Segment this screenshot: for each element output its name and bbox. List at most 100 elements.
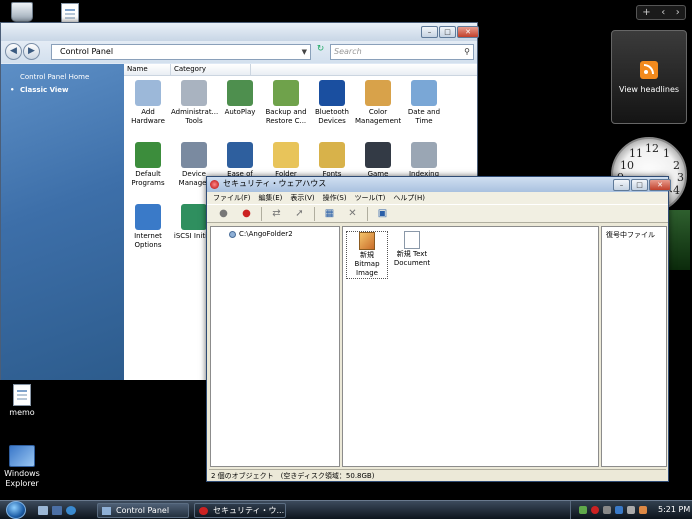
show-desktop-icon[interactable] (38, 506, 48, 515)
security-warehouse-window: セキュリティ・ウェアハウス – □ ✕ ファイル(F) 編集(E) 表示(V) … (206, 176, 671, 482)
file-label: 新規 Text Document (393, 250, 431, 267)
clock-numeral: 3 (677, 171, 684, 184)
control-panel-item-icon (273, 80, 299, 106)
control-panel-item[interactable]: Internet Options (125, 204, 171, 250)
tray-language-icon[interactable] (639, 506, 647, 514)
clock-numeral: 4 (673, 184, 680, 197)
minimize-button[interactable]: – (613, 179, 630, 191)
maximize-button[interactable]: □ (631, 179, 648, 191)
previous-page-button[interactable]: ‹ (661, 6, 665, 19)
search-icon[interactable]: ⚲ (464, 45, 470, 59)
windows-explorer-icon (9, 445, 35, 467)
close-button[interactable]: ✕ (457, 26, 479, 38)
desktop-icon-memo[interactable]: memo (0, 384, 50, 418)
menu-operation[interactable]: 操作(S) (323, 192, 347, 204)
file-item-text[interactable]: 新規 Text Document (391, 231, 433, 268)
start-button[interactable] (6, 501, 26, 519)
tray-app-icon[interactable] (627, 506, 635, 514)
control-panel-item-icon (135, 204, 161, 230)
slideshow-gadget[interactable] (668, 210, 690, 270)
tray-security-icon[interactable] (591, 506, 599, 514)
clock-time[interactable]: 5:21 PM (658, 505, 690, 514)
desktop-icon-label: memo (9, 408, 35, 417)
window-controls: – □ ✕ (613, 179, 671, 191)
control-panel-item-icon (227, 142, 253, 168)
switch-windows-icon[interactable] (52, 506, 62, 515)
control-panel-item-icon (319, 80, 345, 106)
lock-icon[interactable]: ● (215, 206, 232, 221)
tray-printer-icon[interactable] (603, 506, 611, 514)
menu-tools[interactable]: ツール(T) (355, 192, 386, 204)
forward-button[interactable]: ▶ (23, 43, 40, 60)
back-button[interactable]: ◀ (5, 43, 22, 60)
tray-network-icon[interactable] (579, 506, 587, 514)
clock-numeral: 1 (663, 147, 670, 160)
tray-volume-icon[interactable] (615, 506, 623, 514)
taskbar-item-label: セキュリティ・ウ... (213, 506, 285, 515)
control-panel-item-icon (273, 142, 299, 168)
control-panel-item[interactable]: Color Management (355, 80, 401, 126)
tree-node-root[interactable]: C:\AngoFolder2 (229, 230, 293, 238)
file-item-bitmap[interactable]: 新規 Bitmap Image (346, 231, 388, 279)
control-panel-item[interactable]: Bluetooth Devices (309, 80, 355, 126)
app-lock-icon (210, 180, 219, 189)
security-warehouse-titlebar[interactable]: セキュリティ・ウェアハウス – □ ✕ (207, 177, 671, 192)
control-panel-item[interactable]: Backup and Restore C... (263, 80, 309, 126)
control-panel-home-link[interactable]: Control Panel Home (20, 73, 89, 81)
control-panel-item[interactable]: Add Hardware (125, 80, 171, 126)
close-button[interactable]: ✕ (649, 179, 671, 191)
maximize-button[interactable]: □ (439, 26, 456, 38)
taskbar-item-label: Control Panel (116, 506, 170, 515)
chevron-down-icon[interactable]: ▼ (302, 45, 307, 59)
delete-icon[interactable]: ✕ (344, 206, 361, 221)
next-page-button[interactable]: › (676, 6, 680, 19)
search-input[interactable]: Search ⚲ (330, 44, 474, 60)
control-panel-item[interactable]: Ease of (217, 142, 263, 179)
control-panel-item[interactable]: Fonts (309, 142, 355, 179)
column-header-category[interactable]: Category (171, 64, 251, 75)
control-panel-item-label: Color Management (355, 108, 402, 125)
transfer-icon[interactable]: ⇄ (268, 206, 285, 221)
address-field[interactable]: Control Panel ▼ (51, 44, 311, 60)
minimize-button[interactable]: – (421, 26, 438, 38)
control-panel-item[interactable]: Game (355, 142, 401, 179)
clock-numeral: 12 (645, 142, 659, 155)
rss-feed-icon (640, 61, 658, 79)
pin-icon[interactable]: ➚ (291, 206, 308, 221)
menu-edit[interactable]: 編集(E) (259, 192, 283, 204)
secure-folder-icon[interactable]: ▣ (374, 206, 391, 221)
add-gadget-button[interactable]: + (642, 6, 650, 19)
control-panel-item[interactable]: Folder (263, 142, 309, 179)
column-header-name[interactable]: Name (124, 64, 171, 75)
desktop-icon-windows-explorer[interactable]: Windows Explorer (0, 445, 50, 489)
file-list: 新規 Bitmap Image 新規 Text Document (342, 226, 599, 467)
classic-view-link[interactable]: Classic View (10, 86, 68, 94)
control-panel-item-icon (319, 142, 345, 168)
control-panel-item-icon (135, 80, 161, 106)
column-headers: Name Category (124, 64, 477, 76)
feed-headlines-gadget[interactable]: View headlines (611, 30, 687, 124)
red-lock-icon[interactable]: ● (238, 206, 255, 221)
control-panel-item[interactable]: Default Programs (125, 142, 171, 188)
control-panel-item[interactable]: Indexing (401, 142, 447, 179)
taskbar-item-control-panel[interactable]: Control Panel (97, 503, 189, 518)
desktop: memo Windows Explorer + ‹ › View headlin… (0, 0, 692, 500)
control-panel-titlebar[interactable]: – □ ✕ (1, 23, 479, 41)
toolbar-separator (261, 206, 262, 221)
control-panel-item[interactable]: Date and Time (401, 80, 447, 126)
grid-view-icon[interactable]: ▦ (321, 206, 338, 221)
refresh-icon[interactable]: ↻ (314, 44, 327, 60)
clock-numeral: 11 (629, 147, 643, 160)
internet-explorer-icon[interactable] (66, 506, 76, 515)
toolbar: ● ● ⇄ ➚ ▦ ✕ ▣ (207, 204, 668, 223)
sidebar-controls: + ‹ › (636, 5, 686, 20)
folder-tree: C:\AngoFolder2 (210, 226, 340, 467)
control-panel-item[interactable]: AutoPlay (217, 80, 263, 117)
control-panel-item[interactable]: Administrat... Tools (171, 80, 218, 126)
window-controls: – □ ✕ (421, 26, 479, 38)
taskbar-item-security-warehouse[interactable]: セキュリティ・ウ... (194, 503, 286, 518)
menu-view[interactable]: 表示(V) (290, 192, 314, 204)
menu-help[interactable]: ヘルプ(H) (393, 192, 425, 204)
menu-file[interactable]: ファイル(F) (213, 192, 251, 204)
search-placeholder: Search (334, 47, 362, 56)
